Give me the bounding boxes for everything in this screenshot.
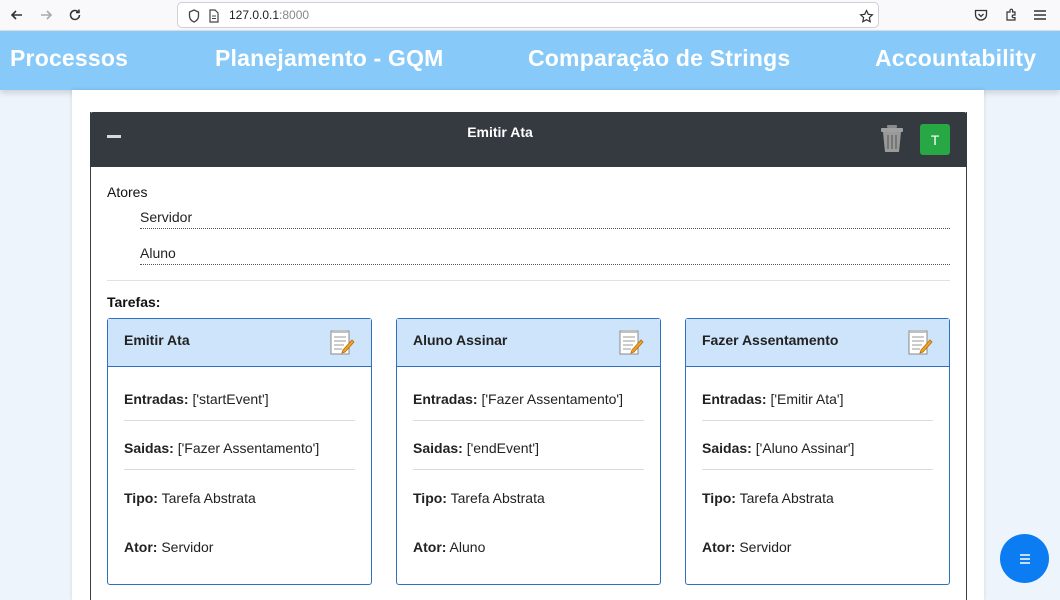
task-entradas: Entradas: ['startEvent'] <box>124 372 355 421</box>
nav-item-planejamento-gqm[interactable]: Planejamento - GQM <box>215 45 444 72</box>
task-saidas: Saidas: ['Fazer Assentamento'] <box>124 421 355 470</box>
ator-label: Ator: <box>702 539 736 555</box>
extensions-icon[interactable] <box>1001 6 1021 24</box>
ator-value: Aluno <box>446 539 486 555</box>
page-icon[interactable] <box>206 8 222 24</box>
nav-item-comparacao-strings[interactable]: Comparação de Strings <box>528 45 790 72</box>
tipo-label: Tipo: <box>702 490 736 506</box>
task-ator: Ator: Servidor <box>702 520 933 569</box>
main-content: Emitir Ata T Atores Servidor Aluno Taref… <box>72 90 984 600</box>
saidas-value: ['Aluno Assinar'] <box>751 440 855 456</box>
edit-note-icon[interactable] <box>329 328 355 356</box>
saidas-value: ['endEvent'] <box>462 440 539 456</box>
task-title: Aluno Assinar <box>413 332 508 348</box>
entradas-value: ['startEvent'] <box>188 391 269 407</box>
hamburger-menu-icon[interactable] <box>1030 6 1050 24</box>
entradas-value: ['Emitir Ata'] <box>766 391 844 407</box>
actor-item: Aluno <box>140 245 950 265</box>
floating-menu-button[interactable] <box>1000 534 1049 583</box>
task-ator: Ator: Servidor <box>124 520 355 569</box>
task-header: Emitir Ata <box>108 319 371 367</box>
actors-label: Atores <box>107 184 148 200</box>
saidas-label: Saidas: <box>124 440 174 456</box>
tipo-value: Tarefa Abstrata <box>446 490 545 506</box>
reload-icon[interactable] <box>64 5 86 25</box>
task-card: Fazer Assentamento Entradas: ['Emitir At… <box>685 318 950 585</box>
entradas-label: Entradas: <box>124 391 189 407</box>
forward-icon[interactable] <box>35 5 57 25</box>
url-host: 127.0.0.1 <box>229 8 280 22</box>
url-port: :8000 <box>279 8 310 22</box>
nav-item-accountability[interactable]: Accountability <box>875 45 1036 72</box>
menu-icon <box>1019 553 1030 564</box>
card-header: Emitir Ata T <box>90 112 967 167</box>
task-tipo: Tipo: Tarefa Abstrata <box>124 471 355 520</box>
process-card: Emitir Ata T Atores Servidor Aluno Taref… <box>90 112 967 600</box>
task-tipo: Tipo: Tarefa Abstrata <box>702 471 933 520</box>
tasks-label: Tarefas: <box>107 294 161 310</box>
ator-value: Servidor <box>735 539 792 555</box>
url-bar[interactable]: 127.0.0.1:8000 <box>177 2 879 28</box>
back-icon[interactable] <box>6 5 28 25</box>
saidas-label: Saidas: <box>413 440 463 456</box>
app-navbar: Processos Planejamento - GQM Comparação … <box>0 31 1060 90</box>
task-card: Aluno Assinar Entradas: ['Fazer Assentam… <box>396 318 661 585</box>
shield-icon[interactable] <box>186 8 202 24</box>
task-tipo: Tipo: Tarefa Abstrata <box>413 471 644 520</box>
url-text: 127.0.0.1:8000 <box>229 8 309 22</box>
tipo-value: Tarefa Abstrata <box>735 490 834 506</box>
ator-label: Ator: <box>124 539 158 555</box>
tipo-label: Tipo: <box>413 490 447 506</box>
browser-toolbar: 127.0.0.1:8000 <box>0 0 1060 31</box>
task-card: Emitir Ata Entradas: ['startEvent'] Said… <box>107 318 372 585</box>
entradas-label: Entradas: <box>413 391 478 407</box>
edit-note-icon[interactable] <box>618 328 644 356</box>
task-header: Fazer Assentamento <box>686 319 949 367</box>
nav-item-processos[interactable]: Processos <box>10 45 128 72</box>
task-title: Emitir Ata <box>124 332 190 348</box>
tipo-value: Tarefa Abstrata <box>157 490 256 506</box>
entradas-label: Entradas: <box>702 391 767 407</box>
task-title: Fazer Assentamento <box>702 332 839 348</box>
task-saidas: Saidas: ['Aluno Assinar'] <box>702 421 933 470</box>
task-entradas: Entradas: ['Emitir Ata'] <box>702 372 933 421</box>
ator-label: Ator: <box>413 539 447 555</box>
bookmark-star-icon[interactable] <box>858 8 874 24</box>
pocket-icon[interactable] <box>971 6 991 24</box>
divider <box>107 280 950 281</box>
tipo-label: Tipo: <box>124 490 158 506</box>
saidas-value: ['Fazer Assentamento'] <box>173 440 320 456</box>
ator-value: Servidor <box>157 539 214 555</box>
edit-note-icon[interactable] <box>907 328 933 356</box>
task-saidas: Saidas: ['endEvent'] <box>413 421 644 470</box>
card-title: Emitir Ata <box>467 124 533 140</box>
task-header: Aluno Assinar <box>397 319 660 367</box>
saidas-label: Saidas: <box>702 440 752 456</box>
task-ator: Ator: Aluno <box>413 520 644 569</box>
t-button[interactable]: T <box>920 124 950 155</box>
task-entradas: Entradas: ['Fazer Assentamento'] <box>413 372 644 421</box>
entradas-value: ['Fazer Assentamento'] <box>477 391 623 407</box>
trash-icon[interactable] <box>879 124 905 154</box>
actor-item: Servidor <box>140 209 950 229</box>
